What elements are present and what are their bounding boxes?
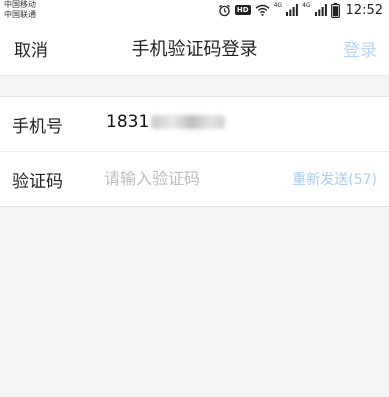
carrier-primary: 中国移动 [4,0,36,9]
hd-voice-icon: HD [234,5,251,15]
carrier-secondary: 中国联通 [4,10,36,19]
navigation-bar: 取消 手机验证码登录 登录 [0,22,389,76]
code-row: 验证码 重新发送(57) [0,151,389,206]
phone-row: 手机号 1831 [0,97,389,151]
status-bar: 中国移动 中国联通 HD 4G 4G 12:52 [0,0,389,22]
login-button[interactable]: 登录 [343,36,377,61]
status-time: 12:52 [345,2,383,18]
code-label: 验证码 [12,172,63,192]
status-indicators: HD 4G 4G 12:52 [218,1,383,19]
verification-code-input[interactable] [104,165,274,191]
phone-label: 手机号 [12,117,63,137]
phone-field[interactable]: 1831 [106,112,226,132]
login-form: 手机号 1831 验证码 重新发送(57) [0,96,389,207]
alarm-icon [218,4,231,17]
page-title: 手机验证码登录 [131,39,258,60]
redacted-digits-mask [151,115,226,129]
signal-strength-icon-2 [314,4,327,16]
resend-code-button[interactable]: 重新发送(57) [292,169,377,189]
network-type-1: 4G [273,2,283,9]
network-type-2: 4G [302,2,311,9]
login-screen: 中国移动 中国联通 HD 4G 4G 12:52 取消 手机验证码登录 登录 手… [0,0,389,397]
signal-strength-icon-1 [286,4,298,16]
battery-icon [330,2,340,18]
carrier-info: 中国移动 中国联通 [4,0,36,20]
phone-number-text: 1831 [106,112,150,132]
wifi-icon [255,4,270,16]
